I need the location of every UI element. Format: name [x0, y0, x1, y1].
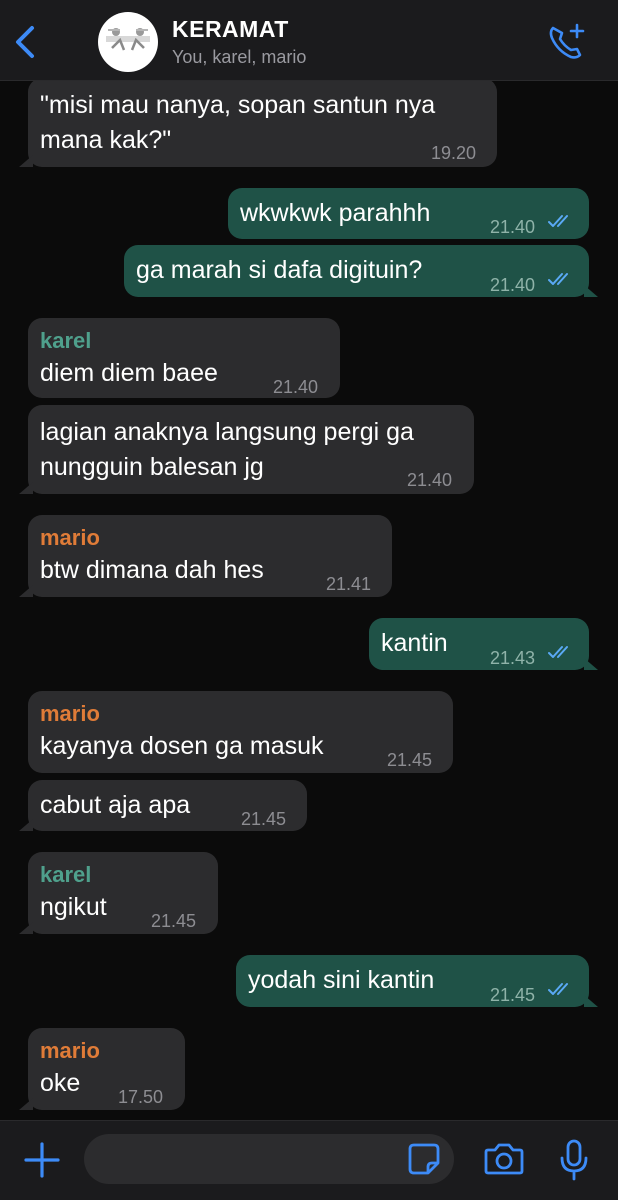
camera-icon: [484, 1143, 524, 1175]
message-input[interactable]: [84, 1134, 454, 1184]
message-bubble[interactable]: kantin 21.43: [369, 618, 598, 670]
message-text: nungguin balesan jg: [40, 453, 264, 481]
message-bubble[interactable]: karel ngikut 21.45: [19, 852, 218, 934]
chat-header: KERAMAT You, karel, mario: [0, 0, 618, 81]
message-text: btw dimana dah hes: [40, 556, 264, 584]
message-text: lagian anaknya langsung pergi ga: [40, 418, 414, 446]
message-text: oke: [40, 1069, 81, 1097]
message-text: mana kak?": [40, 126, 172, 154]
sender-name[interactable]: mario: [40, 697, 100, 731]
message-text: kayanya dosen ga masuk: [40, 732, 324, 760]
chat-screen: KERAMAT You, karel, mario "misi mau nany…: [0, 0, 618, 1200]
chat-title[interactable]: KERAMAT: [172, 16, 289, 43]
message-bubble[interactable]: cabut aja apa 21.45: [19, 780, 307, 831]
read-ticks-icon: [548, 215, 568, 227]
message-time: 21.40: [490, 275, 536, 295]
message-time: 21.43: [490, 648, 536, 668]
group-avatar[interactable]: [98, 12, 158, 72]
microphone-icon: [560, 1139, 588, 1181]
message-time: 21.41: [326, 574, 372, 594]
sticker-button[interactable]: [406, 1141, 442, 1177]
message-bubble[interactable]: mario btw dimana dah hes 21.41: [19, 515, 392, 597]
message-time: 21.45: [490, 985, 536, 1005]
add-call-button[interactable]: [544, 22, 588, 62]
add-call-icon: [549, 23, 585, 59]
message-time: 19.20: [431, 143, 477, 163]
group-photo-icon: [106, 28, 150, 51]
chat-members[interactable]: You, karel, mario: [172, 47, 306, 68]
message-time: 21.40: [490, 217, 536, 237]
sender-name[interactable]: mario: [40, 1034, 100, 1068]
message-text: cabut aja apa: [40, 791, 191, 819]
read-ticks-icon: [548, 983, 568, 995]
message-bubble[interactable]: ga marah si dafa digituin? 21.40: [124, 245, 598, 297]
message-text: diem diem baee: [40, 359, 218, 387]
message-time: 21.40: [407, 470, 453, 490]
read-ticks-icon: [548, 273, 568, 285]
back-button[interactable]: [8, 20, 44, 64]
message-bubble[interactable]: mario kayanya dosen ga masuk 21.45: [28, 691, 453, 773]
message-time: 21.40: [273, 377, 319, 397]
sender-name[interactable]: karel: [40, 324, 91, 358]
sender-name[interactable]: mario: [40, 521, 100, 555]
message-bubble[interactable]: wkwkwk parahhh 21.40: [228, 188, 589, 239]
message-text: wkwkwk parahhh: [240, 199, 431, 227]
camera-button[interactable]: [483, 1140, 525, 1178]
sender-name[interactable]: karel: [40, 858, 91, 892]
read-ticks-icon: [548, 646, 568, 658]
sticker-icon: [408, 1143, 440, 1175]
message-bubble[interactable]: lagian anaknya langsung pergi ga nunggui…: [19, 405, 474, 494]
attach-button[interactable]: [22, 1140, 62, 1180]
message-text: ga marah si dafa digituin?: [136, 256, 423, 284]
message-bubble[interactable]: "misi mau nanya, sopan santun nya mana k…: [19, 78, 497, 167]
message-text: kantin: [381, 629, 448, 657]
message-text: yodah sini kantin: [248, 966, 435, 994]
message-bubble[interactable]: yodah sini kantin 21.45: [236, 955, 598, 1007]
message-bubble[interactable]: karel diem diem baee 21.40: [28, 318, 340, 398]
message-time: 21.45: [387, 750, 433, 770]
composer-bar: [0, 1120, 618, 1200]
plus-icon: [24, 1142, 60, 1178]
message-bubble[interactable]: mario oke 17.50: [19, 1028, 185, 1110]
microphone-button[interactable]: [556, 1138, 592, 1182]
message-text: "misi mau nanya, sopan santun nya: [40, 91, 436, 119]
chevron-left-icon: [16, 26, 34, 58]
message-time: 21.45: [151, 911, 197, 931]
message-text: ngikut: [40, 893, 107, 921]
message-time: 21.45: [241, 809, 287, 829]
message-time: 17.50: [118, 1087, 164, 1107]
